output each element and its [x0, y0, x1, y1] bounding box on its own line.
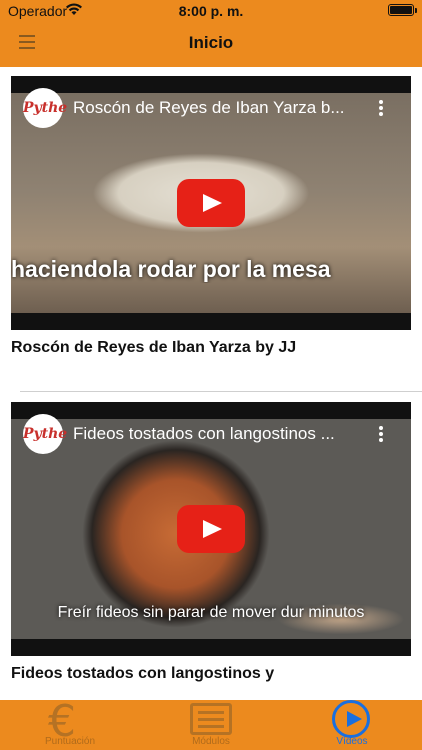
- video-header-title-2[interactable]: Fideos tostados con langostinos ...: [73, 424, 368, 444]
- tab-label-puntuacion: Puntuación: [44, 736, 96, 747]
- divider: [20, 391, 422, 392]
- battery-tip: [415, 8, 417, 13]
- video-header-title-1[interactable]: Roscón de Reyes de Iban Yarza b...: [73, 98, 368, 118]
- page-title: Inicio: [188, 33, 234, 52]
- video-list[interactable]: Pythe Roscón de Reyes de Iban Yarza b...…: [0, 67, 422, 700]
- video-title-1[interactable]: Roscón de Reyes de Iban Yarza by JJ: [11, 339, 411, 357]
- channel-logo-2[interactable]: Pythe: [23, 414, 67, 454]
- status-bar: Operador 8:00 p. m.: [0, 0, 422, 22]
- play-circle-icon: [332, 700, 370, 738]
- tab-label-modulos: Módulos: [192, 736, 230, 747]
- tab-modulos[interactable]: Módulos: [151, 700, 271, 750]
- video-title-2[interactable]: Fideos tostados con langostinos y: [11, 665, 411, 683]
- tab-bar: € Puntuación Módulos Vídeos: [0, 700, 422, 750]
- channel-logo-1[interactable]: Pythe: [23, 88, 67, 128]
- tab-label-videos: Vídeos: [336, 736, 368, 747]
- status-time: 8:00 p. m.: [178, 3, 244, 19]
- video-caption-2: Freír fideos sin parar de mover dur minu…: [57, 604, 365, 621]
- video-player-1[interactable]: Pythe Roscón de Reyes de Iban Yarza b...…: [11, 76, 411, 330]
- modules-icon: [190, 703, 232, 735]
- tab-videos[interactable]: Vídeos: [292, 700, 412, 750]
- tab-puntuacion[interactable]: € Puntuación: [10, 700, 130, 750]
- battery-icon: [388, 4, 414, 16]
- play-button-icon[interactable]: [177, 179, 245, 227]
- video-player-2[interactable]: Pythe Fideos tostados con langostinos ..…: [11, 402, 411, 656]
- play-button-icon[interactable]: [177, 505, 245, 553]
- video-caption-1: haciendola rodar por la mesa: [11, 256, 331, 282]
- more-options-icon[interactable]: [379, 426, 383, 442]
- more-options-icon[interactable]: [379, 100, 383, 116]
- app-header: Operador 8:00 p. m. Inicio: [0, 0, 422, 67]
